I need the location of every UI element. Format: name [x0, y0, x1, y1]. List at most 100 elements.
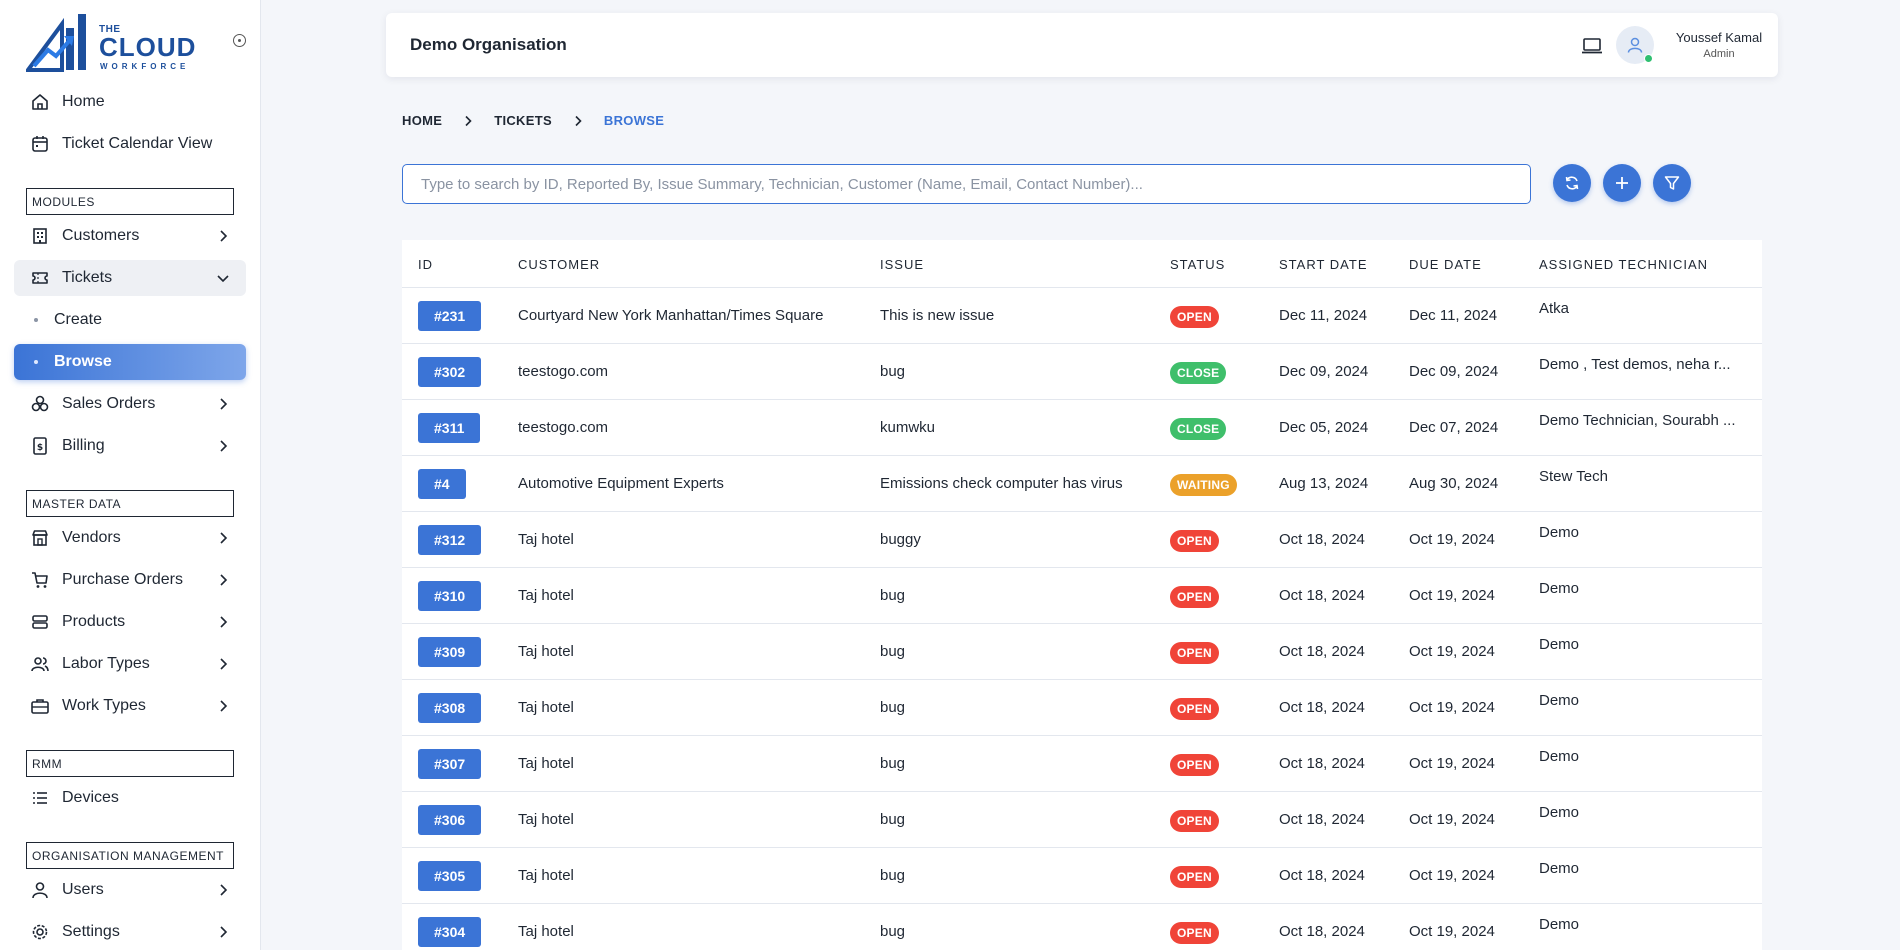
status-badge: WAITING: [1170, 474, 1237, 496]
column-header-id[interactable]: ID: [418, 257, 433, 272]
refresh-button[interactable]: [1553, 164, 1591, 202]
sidebar-item-purchase-orders[interactable]: Purchase Orders: [14, 562, 246, 598]
sidebar-item-billing[interactable]: $ Billing: [14, 428, 246, 464]
table-row[interactable]: #231 Courtyard New York Manhattan/Times S…: [402, 288, 1762, 344]
sidebar-item-label: Devices: [62, 789, 119, 806]
sidebar-item-label: Ticket Calendar View: [62, 135, 213, 152]
ticket-id-badge[interactable]: #310: [418, 581, 482, 611]
sidebar-item-sales-orders[interactable]: Sales Orders: [14, 386, 246, 422]
cart-icon: [30, 570, 50, 590]
issue-cell: buggy: [880, 531, 921, 548]
avatar[interactable]: [1616, 26, 1654, 64]
chevron-right-icon: [465, 115, 472, 126]
column-header-issue[interactable]: ISSUE: [880, 257, 924, 272]
customer-cell: Taj hotel: [518, 699, 574, 716]
table-row[interactable]: #312 Taj hotel buggy OPEN Oct 18, 2024 Oct 19…: [402, 512, 1762, 568]
table-row[interactable]: #309 Taj hotel bug OPEN Oct 18, 2024 Oct 19, …: [402, 624, 1762, 680]
logo-mark-icon: [26, 14, 86, 72]
technician-cell: Demo , Test demos, neha r...: [1539, 356, 1731, 373]
add-ticket-button[interactable]: [1603, 164, 1641, 202]
table-row[interactable]: #307 Taj hotel bug OPEN Oct 18, 2024 Oct 19, …: [402, 736, 1762, 792]
ticket-id-badge[interactable]: #302: [418, 357, 482, 387]
sidebar-subitem-browse[interactable]: Browse: [14, 344, 246, 380]
ticket-id-badge[interactable]: #4: [418, 469, 466, 499]
chevron-right-icon: [220, 658, 228, 670]
issue-cell: Emissions check computer has virus: [880, 475, 1123, 492]
ticket-id-badge[interactable]: #305: [418, 861, 482, 891]
chevron-right-icon: [220, 532, 228, 544]
column-header-status[interactable]: STATUS: [1170, 257, 1225, 272]
status-badge: CLOSE: [1170, 362, 1227, 384]
breadcrumb-tickets[interactable]: TICKETS: [494, 113, 552, 128]
table-row[interactable]: #302 teestogo.com bug CLOSE Dec 09, 2024 Dec …: [402, 344, 1762, 400]
sidebar-item-tickets[interactable]: Tickets: [14, 260, 246, 296]
status-badge: OPEN: [1170, 754, 1219, 776]
technician-cell: Demo Technician, Sourabh ...: [1539, 412, 1736, 429]
table-row[interactable]: #304 Taj hotel bug OPEN Oct 18, 2024 Oct 19, …: [402, 904, 1762, 950]
chevron-right-icon: [220, 398, 228, 410]
chevron-right-icon: [220, 884, 228, 896]
ticket-id-badge[interactable]: #311: [418, 413, 481, 443]
due-date-cell: Oct 19, 2024: [1409, 755, 1495, 772]
table-row[interactable]: #306 Taj hotel bug OPEN Oct 18, 2024 Oct 19, …: [402, 792, 1762, 848]
table-row[interactable]: #310 Taj hotel bug OPEN Oct 18, 2024 Oct 19, …: [402, 568, 1762, 624]
ticket-id-badge[interactable]: #309: [418, 637, 482, 667]
issue-cell: bug: [880, 587, 906, 604]
table-row[interactable]: #305 Taj hotel bug OPEN Oct 18, 2024 Oct 19, …: [402, 848, 1762, 904]
status-badge: OPEN: [1170, 642, 1219, 664]
app-logo[interactable]: THE CLOUD WORKFORCE: [26, 10, 196, 72]
due-date-cell: Aug 30, 2024: [1409, 475, 1499, 492]
user-name: Youssef Kamal: [1675, 30, 1763, 45]
sidebar-item-vendors[interactable]: Vendors: [14, 520, 246, 556]
column-header-due-date[interactable]: DUE DATE: [1409, 257, 1482, 272]
status-badge: OPEN: [1170, 306, 1219, 328]
customer-cell: Taj hotel: [518, 531, 574, 548]
customer-cell: Taj hotel: [518, 923, 574, 940]
customer-cell: Taj hotel: [518, 811, 574, 828]
due-date-cell: Oct 19, 2024: [1409, 643, 1495, 660]
sidebar-item-home[interactable]: Home: [14, 84, 246, 120]
sidebar-collapse-toggle[interactable]: [233, 34, 246, 47]
sidebar-item-ticket-calendar[interactable]: Ticket Calendar View: [14, 126, 246, 162]
table-row[interactable]: #4 Automotive Equipment Experts Emissions …: [402, 456, 1762, 512]
online-status-dot: [1644, 54, 1653, 63]
ticket-id-badge[interactable]: #308: [418, 693, 482, 723]
due-date-cell: Dec 09, 2024: [1409, 363, 1499, 380]
bullet-icon: [34, 360, 38, 364]
breadcrumb-home[interactable]: HOME: [402, 113, 442, 128]
ticket-id-badge[interactable]: #307: [418, 749, 482, 779]
customer-cell: Taj hotel: [518, 587, 574, 604]
ticket-id-badge[interactable]: #304: [418, 917, 482, 947]
chevron-right-icon: [220, 616, 228, 628]
table-row[interactable]: #308 Taj hotel bug OPEN Oct 18, 2024 Oct 19, …: [402, 680, 1762, 736]
issue-cell: This is new issue: [880, 307, 995, 324]
sidebar-item-products[interactable]: Products: [14, 604, 246, 640]
boxes-icon: [30, 394, 50, 414]
sidebar-item-work-types[interactable]: Work Types: [14, 688, 246, 724]
due-date-cell: Dec 11, 2024: [1409, 307, 1498, 324]
sidebar-item-label: Billing: [62, 437, 105, 454]
ticket-id-badge[interactable]: #231: [418, 301, 482, 331]
section-label-master-data: MASTER DATA: [26, 490, 234, 517]
sidebar-item-devices[interactable]: Devices: [14, 780, 246, 816]
column-header-start-date[interactable]: START DATE: [1279, 257, 1368, 272]
column-header-customer[interactable]: CUSTOMER: [518, 257, 600, 272]
sidebar-item-settings[interactable]: Settings: [14, 914, 246, 950]
sidebar-item-labor-types[interactable]: Labor Types: [14, 646, 246, 682]
search-input[interactable]: [402, 164, 1531, 204]
ticket-id-badge[interactable]: #312: [418, 525, 482, 555]
sidebar-item-users[interactable]: Users: [14, 872, 246, 908]
start-date-cell: Oct 18, 2024: [1279, 923, 1365, 940]
sidebar-item-label: Browse: [54, 353, 112, 370]
due-date-cell: Oct 19, 2024: [1409, 867, 1495, 884]
sidebar-subitem-create[interactable]: Create: [14, 302, 246, 338]
sidebar-item-customers[interactable]: Customers: [14, 218, 246, 254]
ticket-id-badge[interactable]: #306: [418, 805, 482, 835]
ticket-icon: [30, 268, 50, 288]
laptop-icon[interactable]: [1581, 37, 1603, 55]
user-icon: [30, 880, 50, 900]
bullet-icon: [34, 318, 38, 322]
column-header-assigned-technician[interactable]: ASSIGNED TECHNICIAN: [1539, 257, 1708, 272]
filter-button[interactable]: [1653, 164, 1691, 202]
table-row[interactable]: #311 teestogo.com kumwku CLOSE Dec 05, 2024 D…: [402, 400, 1762, 456]
